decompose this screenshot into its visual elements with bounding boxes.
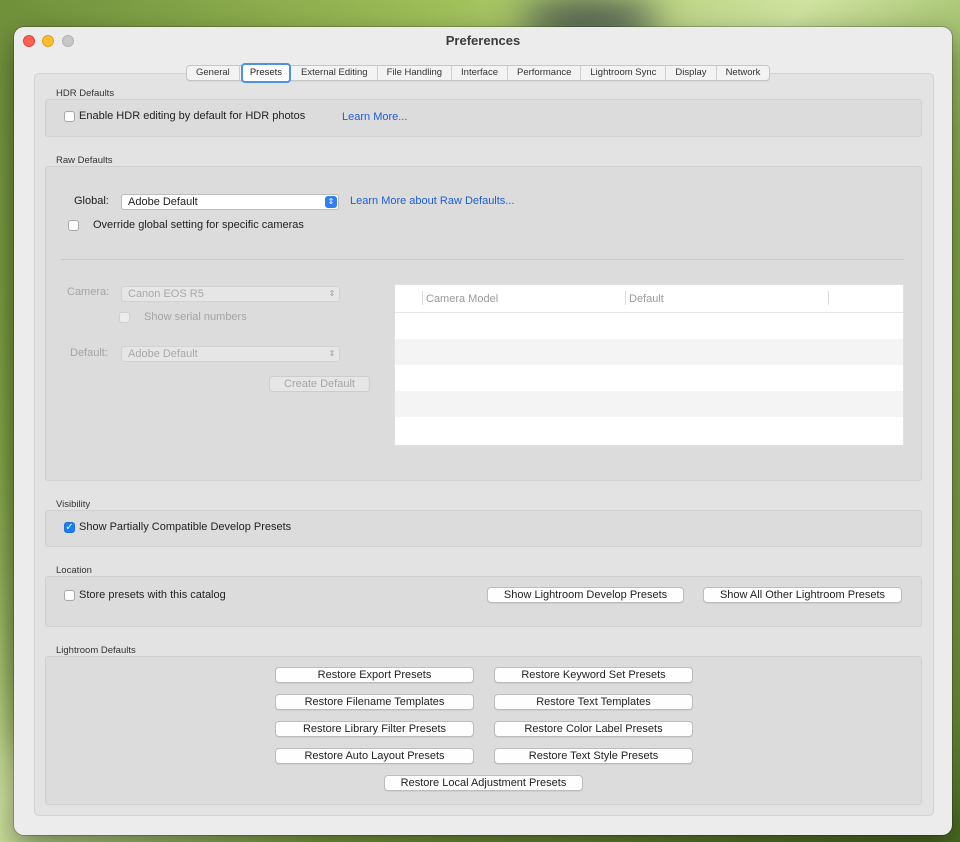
show-other-presets-button[interactable]: Show All Other Lightroom Presets	[703, 587, 902, 603]
tab-presets[interactable]: Presets	[240, 63, 292, 83]
restore-text-style-presets-button[interactable]: Restore Text Style Presets	[494, 748, 693, 764]
column-header-camera-model[interactable]: Camera Model	[426, 293, 498, 305]
camera-default-value: Adobe Default	[128, 348, 198, 360]
hdr-checkbox-label: Enable HDR editing by default for HDR ph…	[79, 110, 306, 122]
default-label: Default:	[70, 347, 108, 359]
override-checkbox[interactable]	[68, 220, 79, 231]
raw-divider	[61, 259, 904, 260]
tab-lightroom-sync[interactable]: Lightroom Sync	[581, 66, 667, 80]
global-default-select[interactable]: Adobe Default ⇕	[121, 194, 339, 210]
table-row	[395, 339, 903, 365]
table-row	[395, 417, 903, 443]
lightroom-defaults-section-label: Lightroom Defaults	[56, 645, 136, 656]
tab-bar: General Presets External Editing File Ha…	[186, 63, 771, 83]
table-row	[395, 313, 903, 339]
column-separator	[625, 291, 626, 305]
serial-numbers-label: Show serial numbers	[144, 311, 247, 323]
select-arrows-icon: ⇕	[328, 289, 336, 298]
create-default-button[interactable]: Create Default	[269, 376, 370, 392]
restore-filename-templates-button[interactable]: Restore Filename Templates	[275, 694, 474, 710]
column-separator	[422, 291, 423, 305]
hdr-learn-more-link[interactable]: Learn More...	[342, 111, 407, 123]
select-arrows-icon: ⇕	[325, 196, 337, 208]
tab-performance[interactable]: Performance	[508, 66, 582, 80]
global-default-value: Adobe Default	[128, 196, 198, 208]
tab-general[interactable]: General	[187, 66, 240, 80]
camera-value: Canon EOS R5	[128, 288, 204, 300]
tab-external-editing[interactable]: External Editing	[292, 66, 378, 80]
camera-default-select[interactable]: Adobe Default ⇕	[121, 346, 340, 362]
show-develop-presets-button[interactable]: Show Lightroom Develop Presets	[487, 587, 684, 603]
camera-select[interactable]: Canon EOS R5 ⇕	[121, 286, 340, 302]
table-header: Camera Model Default	[395, 285, 903, 313]
restore-keyword-set-presets-button[interactable]: Restore Keyword Set Presets	[494, 667, 693, 683]
visibility-section-label: Visibility	[56, 499, 91, 510]
tab-display[interactable]: Display	[666, 66, 717, 80]
serial-numbers-checkbox[interactable]	[119, 312, 130, 323]
table-row	[395, 391, 903, 417]
hdr-section-label: HDR Defaults	[56, 88, 115, 99]
override-checkbox-label: Override global setting for specific cam…	[93, 219, 304, 231]
raw-learn-more-link[interactable]: Learn More about Raw Defaults...	[350, 195, 514, 207]
title-bar: Preferences	[14, 27, 952, 55]
partially-compatible-checkbox[interactable]: ✓	[64, 522, 75, 533]
column-separator	[828, 291, 829, 305]
column-header-default[interactable]: Default	[629, 293, 664, 305]
restore-text-templates-button[interactable]: Restore Text Templates	[494, 694, 693, 710]
restore-auto-layout-presets-button[interactable]: Restore Auto Layout Presets	[275, 748, 474, 764]
tab-interface[interactable]: Interface	[452, 66, 508, 80]
restore-color-label-presets-button[interactable]: Restore Color Label Presets	[494, 721, 693, 737]
restore-local-adjustment-presets-button[interactable]: Restore Local Adjustment Presets	[384, 775, 583, 791]
restore-library-filter-presets-button[interactable]: Restore Library Filter Presets	[275, 721, 474, 737]
select-arrows-icon: ⇕	[328, 349, 336, 358]
global-label: Global:	[74, 195, 109, 207]
store-with-catalog-checkbox[interactable]	[64, 590, 75, 601]
tab-network[interactable]: Network	[717, 66, 770, 80]
window-title: Preferences	[445, 33, 521, 48]
camera-label: Camera:	[67, 286, 110, 298]
table-row	[395, 365, 903, 391]
tab-file-handling[interactable]: File Handling	[378, 66, 453, 80]
restore-export-presets-button[interactable]: Restore Export Presets	[275, 667, 474, 683]
partially-compatible-label: Show Partially Compatible Develop Preset…	[79, 521, 292, 533]
store-with-catalog-label: Store presets with this catalog	[79, 589, 226, 601]
location-section-label: Location	[56, 565, 92, 576]
hdr-checkbox[interactable]	[64, 111, 75, 122]
raw-section-label: Raw Defaults	[56, 155, 113, 166]
preferences-window: Preferences General Presets External Edi…	[14, 27, 952, 835]
camera-defaults-table: Camera Model Default	[394, 284, 904, 446]
